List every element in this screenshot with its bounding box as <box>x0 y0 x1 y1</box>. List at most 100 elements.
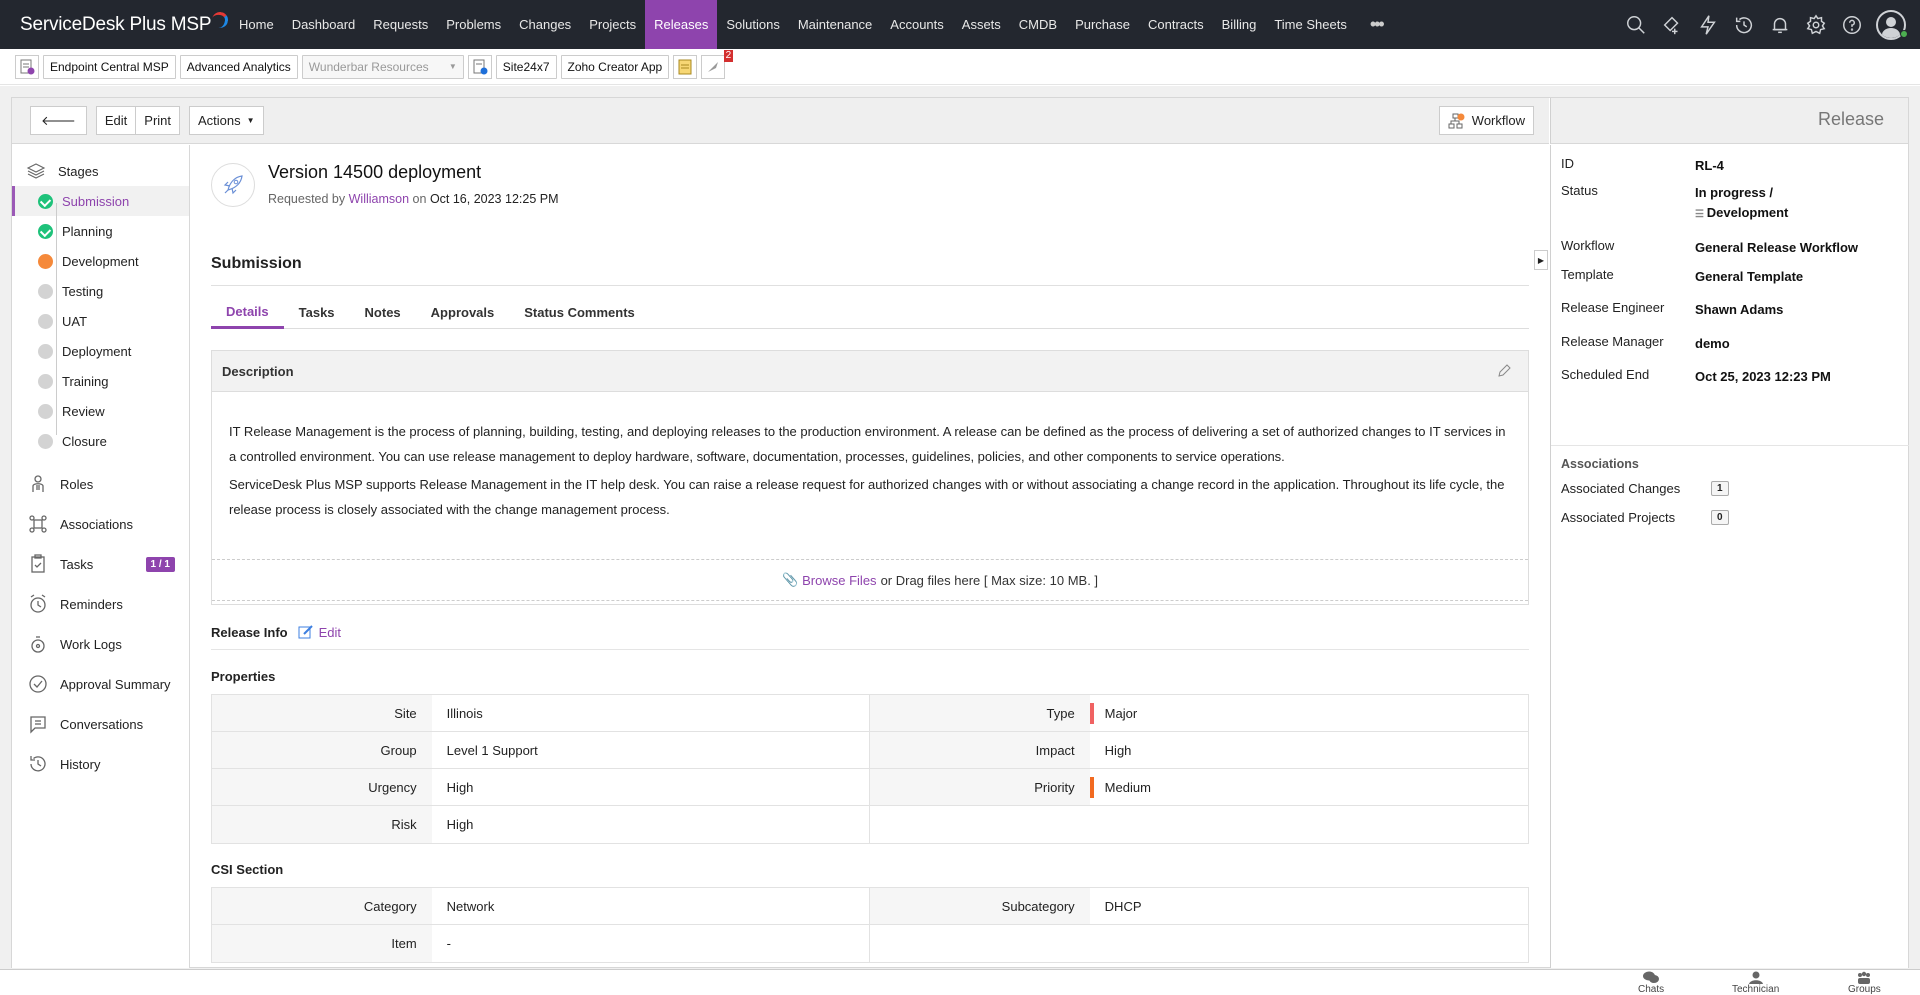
on-label: on <box>412 192 427 206</box>
tab-details[interactable]: Details <box>211 297 284 329</box>
nav-tab-cmdb[interactable]: CMDB <box>1010 0 1066 49</box>
association-count[interactable]: 1 <box>1711 481 1729 496</box>
tab-approvals[interactable]: Approvals <box>416 297 510 327</box>
advanced-analytics-button[interactable]: Advanced Analytics <box>179 54 298 79</box>
sidebar-item-work-logs[interactable]: Work Logs <box>12 624 189 664</box>
csi-heading: CSI Section <box>211 862 284 877</box>
nav-tab-time-sheets[interactable]: Time Sheets <box>1265 0 1356 49</box>
back-button[interactable]: 🡐 <box>30 106 87 135</box>
sidebar-item-roles[interactable]: Roles <box>12 464 189 504</box>
notes-icon[interactable] <box>673 54 698 79</box>
stage-item-deployment[interactable]: Deployment <box>12 336 189 366</box>
zoho-creator-button[interactable]: Zoho Creator App <box>560 54 670 79</box>
sidebar-item-associations[interactable]: Associations <box>12 504 189 544</box>
requester-link[interactable]: Williamson <box>349 192 409 206</box>
property-label: Type <box>870 695 1090 731</box>
bell-icon[interactable] <box>1768 13 1791 36</box>
lightning-icon[interactable] <box>1696 13 1719 36</box>
association-count[interactable]: 0 <box>1711 510 1729 525</box>
new-request-icon[interactable] <box>15 54 39 79</box>
file-upload-zone[interactable]: 📎 Browse Files or Drag files here [ Max … <box>212 559 1528 601</box>
stage-item-uat[interactable]: UAT <box>12 306 189 336</box>
stage-item-development[interactable]: Development <box>12 246 189 276</box>
stage-pending-icon <box>38 374 53 389</box>
stage-item-training[interactable]: Training <box>12 366 189 396</box>
release-info-title: Release Info <box>211 624 288 640</box>
nav-tab-solutions[interactable]: Solutions <box>717 0 788 49</box>
sidebar-item-label: Work Logs <box>60 636 122 652</box>
property-label: Category <box>212 888 432 924</box>
detail-label: Template <box>1561 267 1614 282</box>
stage-item-closure[interactable]: Closure <box>12 426 189 456</box>
tab-status-comments[interactable]: Status Comments <box>509 297 650 327</box>
detail-value-text: demo <box>1695 336 1730 351</box>
endpoint-central-button[interactable]: Endpoint Central MSP <box>43 54 176 79</box>
property-value-text: Medium <box>1104 779 1151 795</box>
history-icon[interactable] <box>1732 13 1755 36</box>
actions-dropdown[interactable]: Actions ▼ <box>189 106 264 135</box>
groups-button[interactable]: Groups <box>1848 971 1881 995</box>
stage-heading: Submission <box>211 255 302 272</box>
nav-tab-home[interactable]: Home <box>230 0 283 49</box>
edit-pencil-icon[interactable] <box>1496 363 1512 379</box>
stage-item-submission[interactable]: Submission <box>12 186 189 216</box>
sidebar-item-label: Reminders <box>60 596 123 612</box>
tab-tasks[interactable]: Tasks <box>284 297 350 327</box>
association-row[interactable]: Associated Changes 1 <box>1561 481 1729 496</box>
collapse-panel-toggle[interactable]: ▶ <box>1534 250 1548 270</box>
sidebar-item-tasks[interactable]: Tasks 1 / 1 <box>12 544 189 584</box>
caret-down-icon: ▼ <box>246 116 255 125</box>
ticket-add-icon[interactable] <box>1660 13 1683 36</box>
account-select[interactable]: Wunderbar Resources ▼ <box>301 54 464 79</box>
nav-tab-releases[interactable]: Releases <box>645 0 718 49</box>
tab-notes[interactable]: Notes <box>350 297 416 327</box>
empty-cell <box>870 806 1528 843</box>
nav-tab-purchase[interactable]: Purchase <box>1066 0 1139 49</box>
nav-tab-projects[interactable]: Projects <box>580 0 645 49</box>
site24x7-button[interactable]: Site24x7 <box>495 54 557 79</box>
dropdown-arrow-icon: ▼ <box>448 62 457 71</box>
nav-tab-problems[interactable]: Problems <box>437 0 510 49</box>
search-icon[interactable] <box>1624 13 1647 36</box>
nav-tab-contracts[interactable]: Contracts <box>1139 0 1213 49</box>
edit-print-group: Edit Print <box>95 106 181 135</box>
edit-button[interactable]: Edit <box>95 106 137 135</box>
property-value: Illinois <box>432 695 870 731</box>
more-modules-icon[interactable]: ••• <box>1356 14 1397 35</box>
nav-tab-changes[interactable]: Changes <box>510 0 580 49</box>
stage-item-planning[interactable]: Planning <box>12 216 189 246</box>
sidebar-item-approval-summary[interactable]: Approval Summary <box>12 664 189 704</box>
nav-tab-requests[interactable]: Requests <box>364 0 437 49</box>
account-info-icon[interactable] <box>467 54 492 79</box>
sidebar-item-conversations[interactable]: Conversations <box>12 704 189 744</box>
browse-files-link[interactable]: Browse Files <box>802 573 876 588</box>
gear-icon[interactable] <box>1804 13 1827 36</box>
chats-button[interactable]: Chats <box>1638 971 1664 995</box>
detail-label: Release Engineer <box>1561 300 1665 315</box>
brand-logo[interactable]: ServiceDesk Plus MSP <box>0 10 230 36</box>
rocket-notifications-icon[interactable]: 2 <box>701 49 734 79</box>
stage-pending-icon <box>38 404 53 419</box>
stage-item-review[interactable]: Review <box>12 396 189 426</box>
association-row[interactable]: Associated Projects 0 <box>1561 510 1729 525</box>
user-avatar[interactable] <box>1876 9 1908 40</box>
workflow-button[interactable]: Workflow <box>1438 106 1534 135</box>
sidebar-item-reminders[interactable]: Reminders <box>12 584 189 624</box>
stage-item-testing[interactable]: Testing <box>12 276 189 306</box>
stage-label: Training <box>62 373 109 389</box>
nav-tab-maintenance[interactable]: Maintenance <box>789 0 881 49</box>
bottom-bar: Chats Technician Groups <box>0 969 1920 995</box>
sidebar-item-history[interactable]: History <box>12 744 189 784</box>
priority-color-bar <box>1089 703 1094 724</box>
nav-tab-dashboard[interactable]: Dashboard <box>283 0 365 49</box>
help-icon[interactable] <box>1840 13 1863 36</box>
stage-label: UAT <box>62 313 88 329</box>
technician-button[interactable]: Technician <box>1732 971 1779 995</box>
nav-tab-assets[interactable]: Assets <box>953 0 1010 49</box>
detail-field-template: Template General Template <box>1561 267 1803 287</box>
release-info-edit-link[interactable]: Edit <box>298 624 341 640</box>
notification-count-badge: 2 <box>723 49 734 62</box>
nav-tab-accounts[interactable]: Accounts <box>881 0 952 49</box>
nav-tab-billing[interactable]: Billing <box>1213 0 1266 49</box>
print-button[interactable]: Print <box>136 106 181 135</box>
